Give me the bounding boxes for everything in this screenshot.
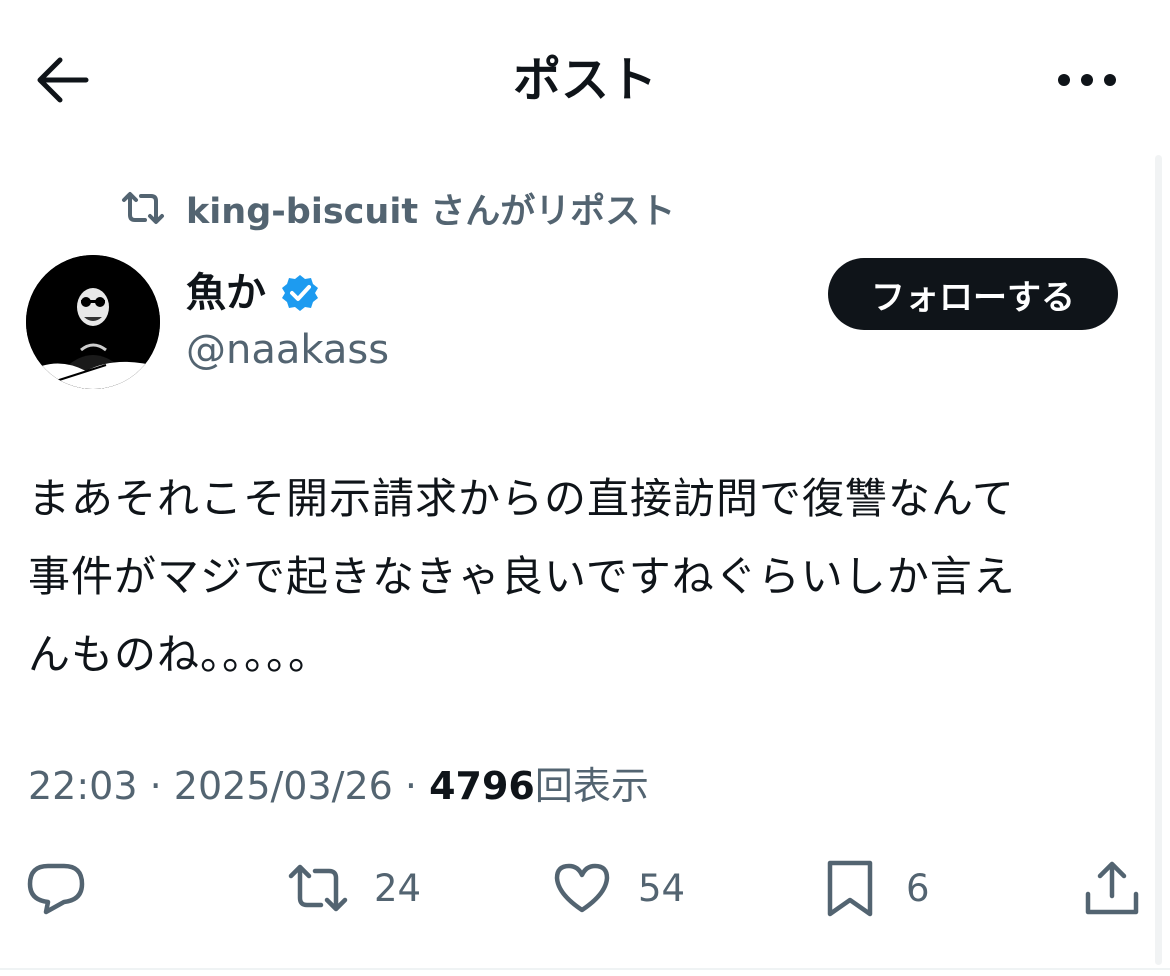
page-title: ポスト: [512, 52, 657, 108]
meta-separator: ·: [149, 764, 162, 808]
heart-icon: [554, 863, 610, 913]
meta-separator: ·: [404, 764, 418, 808]
views-count: 4796: [429, 764, 535, 808]
like-button[interactable]: 54: [552, 856, 685, 920]
repost-icon: [288, 864, 348, 912]
more-horizontal-icon: [1058, 74, 1116, 86]
tweet-meta: 22:03 · 2025/03/26 · 4796回表示: [28, 758, 649, 814]
tweet-text: まあそれこそ開示請求からの直接訪問で復讐なんて 事件がマジで起きなきゃ良いですね…: [28, 460, 1140, 694]
tweet-text-line: んものね。。。。。: [28, 630, 332, 679]
verified-badge-icon: [282, 275, 318, 311]
bookmark-button[interactable]: 6: [820, 856, 930, 920]
share-button[interactable]: [1082, 856, 1142, 920]
repost-count: 24: [374, 866, 422, 910]
avatar[interactable]: [26, 255, 160, 389]
like-count: 54: [638, 866, 686, 910]
bookmark-icon: [827, 860, 873, 917]
bookmark-count: 6: [906, 866, 930, 910]
share-icon: [1085, 861, 1139, 915]
tweet-date[interactable]: 2025/03/26: [174, 764, 393, 808]
repost-label: king-biscuit さんがリポスト: [186, 191, 676, 232]
divider: [0, 968, 1170, 970]
repost-icon: [122, 192, 164, 224]
reply-icon: [27, 863, 85, 915]
author-name-row[interactable]: 魚か: [186, 268, 320, 318]
reply-button[interactable]: [26, 856, 86, 920]
scrollbar[interactable]: [1155, 155, 1162, 965]
follow-button[interactable]: フォローする: [828, 258, 1118, 330]
repost-button[interactable]: 24: [288, 856, 421, 920]
tweet-time[interactable]: 22:03: [28, 764, 138, 808]
tweet-text-line: まあそれこそ開示請求からの直接訪問で復讐なんて: [28, 474, 1015, 523]
avatar-image: [26, 255, 160, 389]
author-name: 魚か: [186, 270, 266, 316]
views-label: 回表示: [534, 764, 649, 808]
tweet-text-line: 事件がマジで起きなきゃ良いですねぐらいしか言え: [28, 552, 1016, 601]
repost-context[interactable]: king-biscuit さんがリポスト: [120, 186, 675, 232]
author-handle[interactable]: @naakass: [186, 324, 389, 376]
more-button[interactable]: [1052, 62, 1122, 98]
